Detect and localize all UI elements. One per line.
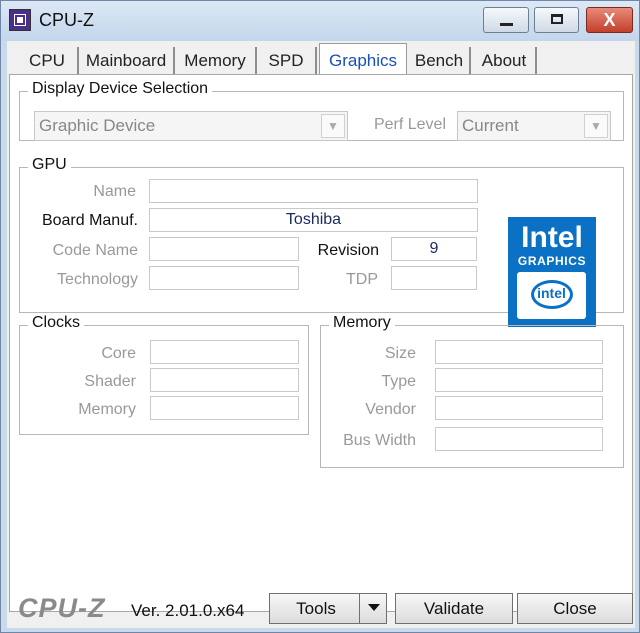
gpu-name-field — [149, 179, 478, 203]
chevron-down-icon[interactable]: ▼ — [321, 114, 345, 138]
shader-field — [150, 368, 299, 392]
board-manuf-field: Toshiba — [149, 208, 478, 232]
close-button[interactable]: Close — [517, 593, 633, 624]
size-label: Size — [384, 345, 416, 362]
revision-label: Revision — [317, 242, 379, 259]
tab-bar: CPU Mainboard Memory SPD Graphics Bench … — [7, 41, 635, 75]
size-field — [435, 340, 603, 364]
technology-label: Technology — [57, 271, 138, 288]
vendor-field — [435, 396, 603, 420]
intel-logo-brand: Intel — [521, 221, 583, 254]
intel-badge-text: intel — [537, 285, 566, 301]
client-area: CPU Mainboard Memory SPD Graphics Bench … — [7, 41, 635, 628]
chevron-down-icon[interactable]: ▼ — [584, 114, 608, 138]
version-label: Ver. 2.01.0.x64 — [131, 601, 245, 620]
clock-memory-field — [150, 396, 299, 420]
technology-field — [149, 266, 299, 290]
tools-dropdown-button[interactable] — [359, 593, 387, 624]
perf-level-value: Current — [462, 116, 519, 135]
tab-spd[interactable]: SPD — [257, 47, 317, 74]
cpuz-app-icon — [9, 9, 31, 31]
display-device-title: Display Device Selection — [28, 80, 213, 98]
clocks-title: Clocks — [28, 314, 85, 332]
minimize-button[interactable] — [483, 7, 529, 33]
vendor-label: Vendor — [365, 401, 416, 418]
core-label: Core — [101, 345, 136, 362]
tab-memory[interactable]: Memory — [175, 47, 257, 74]
close-window-button[interactable]: X — [586, 7, 633, 33]
intel-badge: intel — [517, 272, 586, 319]
validate-button[interactable]: Validate — [395, 593, 513, 624]
cpuz-window: CPU-Z X CPU Mainboard Memory SPD Graphic… — [0, 0, 640, 633]
chevron-down-icon — [368, 604, 380, 611]
memory-title: Memory — [329, 314, 395, 332]
tab-about[interactable]: About — [473, 47, 537, 74]
tdp-label: TDP — [346, 271, 378, 288]
intel-logo-subtitle: GRAPHICS — [517, 254, 587, 268]
type-label: Type — [381, 373, 416, 390]
bus-width-field — [435, 427, 603, 451]
cpuz-footer-logo: CPU-Z — [18, 593, 106, 623]
display-device-value: Graphic Device — [39, 116, 156, 135]
code-name-field — [149, 237, 299, 261]
board-manuf-label: Board Manuf. — [41, 212, 138, 229]
tools-button[interactable]: Tools — [269, 593, 363, 624]
clock-memory-label: Memory — [78, 401, 136, 418]
title-bar[interactable]: CPU-Z X — [1, 1, 639, 41]
shader-label: Shader — [84, 373, 136, 390]
tab-mainboard[interactable]: Mainboard — [79, 47, 175, 74]
tdp-field — [391, 266, 477, 290]
gpu-name-label: Name — [93, 183, 136, 200]
graphics-panel: Display Device Selection Graphic Device … — [9, 74, 633, 612]
tab-cpu[interactable]: CPU — [17, 47, 79, 74]
type-field — [435, 368, 603, 392]
intel-graphics-logo: Intel GRAPHICS intel — [508, 217, 596, 327]
display-device-combo[interactable]: Graphic Device ▼ — [34, 111, 348, 141]
window-title: CPU-Z — [39, 10, 94, 30]
revision-field: 9 — [391, 237, 477, 261]
perf-level-label: Perf Level — [373, 116, 446, 133]
gpu-title: GPU — [28, 156, 71, 174]
maximize-button[interactable] — [534, 7, 579, 33]
close-icon: X — [603, 10, 616, 30]
perf-level-combo[interactable]: Current ▼ — [457, 111, 611, 141]
bus-width-label: Bus Width — [343, 432, 416, 449]
core-field — [150, 340, 299, 364]
tab-bench[interactable]: Bench — [409, 47, 471, 74]
tab-graphics[interactable]: Graphics — [319, 43, 407, 75]
code-name-label: Code Name — [52, 242, 138, 259]
